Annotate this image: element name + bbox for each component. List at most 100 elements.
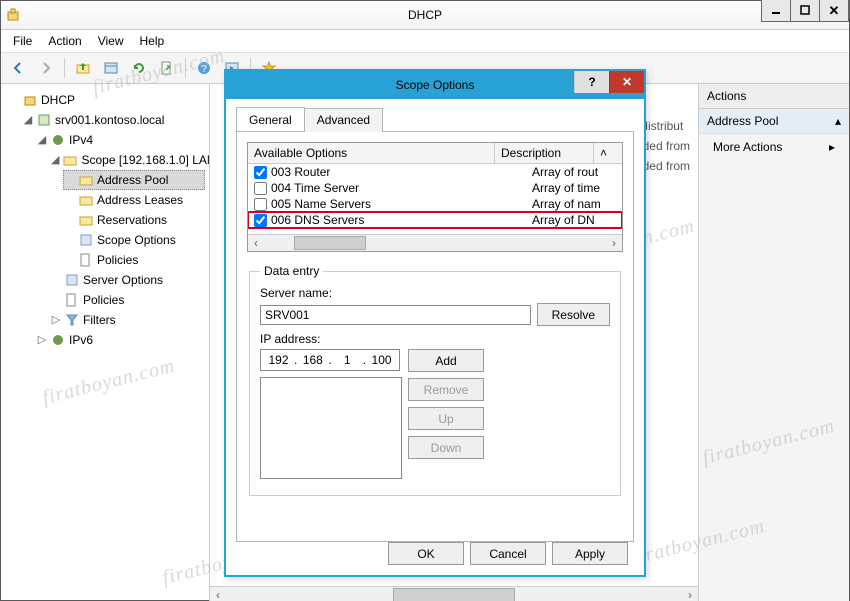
option-desc: Array of DN [532, 213, 618, 227]
option-desc: Array of rout [532, 165, 618, 179]
data-entry-legend: Data entry [260, 264, 323, 278]
actions-header: Actions [699, 84, 849, 109]
minimize-button[interactable] [761, 0, 791, 22]
tree-address-leases[interactable]: Address Leases [63, 190, 205, 210]
menu-view[interactable]: View [92, 32, 130, 50]
option-check-004[interactable] [254, 182, 267, 195]
actions-more-label: More Actions [713, 140, 782, 154]
ip-address-label: IP address: [260, 332, 610, 346]
tree-scope-label: Scope [192.168.1.0] LAN [81, 151, 210, 169]
forward-button[interactable] [33, 55, 59, 81]
option-check-006[interactable] [254, 214, 267, 227]
tree-ipv6[interactable]: ▷IPv6 [35, 330, 205, 350]
tree-server-options-label: Server Options [83, 271, 163, 289]
main-window: DHCP ✕ File Action View Help ? [0, 0, 850, 601]
tree-ipv6-label: IPv6 [69, 331, 93, 349]
menu-action[interactable]: Action [42, 32, 87, 50]
tree-root[interactable]: DHCP [7, 90, 205, 110]
option-row-005[interactable]: 005 Name ServersArray of nam [248, 196, 622, 212]
actions-section[interactable]: Address Pool ▴ [699, 109, 849, 134]
tree-reservations[interactable]: Reservations [63, 210, 205, 230]
option-label: 003 Router [271, 165, 532, 179]
option-check-005[interactable] [254, 198, 267, 211]
option-check-003[interactable] [254, 166, 267, 179]
ip-octet-2[interactable]: 168 [299, 353, 326, 367]
tree-policies-label: Policies [97, 251, 138, 269]
tree-scope-options[interactable]: Scope Options [63, 230, 205, 250]
list-hscroll[interactable]: ‹› [248, 234, 622, 251]
option-row-003[interactable]: 003 RouterArray of rout [248, 164, 622, 180]
menu-help[interactable]: Help [134, 32, 171, 50]
option-label: 005 Name Servers [271, 197, 532, 211]
ip-list[interactable] [260, 377, 402, 479]
folder-up-icon[interactable] [70, 55, 96, 81]
add-button[interactable]: Add [408, 349, 484, 372]
app-icon [1, 7, 25, 23]
option-row-004[interactable]: 004 Time ServerArray of time [248, 180, 622, 196]
properties-icon[interactable] [98, 55, 124, 81]
close-button[interactable]: ✕ [819, 0, 849, 22]
tree-reservations-label: Reservations [97, 211, 167, 229]
col-description[interactable]: Description [495, 143, 594, 163]
option-label: 004 Time Server [271, 181, 532, 195]
cancel-button[interactable]: Cancel [470, 542, 546, 565]
tab-advanced[interactable]: Advanced [304, 108, 383, 132]
tree-server-label: srv001.kontoso.local [55, 111, 164, 129]
tree-scope-options-label: Scope Options [97, 231, 176, 249]
ok-button[interactable]: OK [388, 542, 464, 565]
dialog-title: Scope Options [396, 78, 475, 92]
actions-more[interactable]: More Actions ▸ [699, 134, 849, 160]
data-entry-group: Data entry Server name: Resolve IP addre… [249, 264, 621, 496]
chevron-right-icon: ▸ [829, 140, 835, 154]
content-hscroll[interactable]: ‹› [210, 586, 698, 601]
server-name-label: Server name: [260, 286, 610, 300]
tree-server[interactable]: ◢srv001.kontoso.local [21, 110, 205, 130]
tree-policies[interactable]: Policies [63, 250, 205, 270]
maximize-button[interactable] [790, 0, 820, 22]
help-icon[interactable]: ? [191, 55, 217, 81]
scope-options-dialog: Scope Options ? ✕ General Advanced Avail… [224, 69, 646, 577]
ip-octet-1[interactable]: 192 [265, 353, 292, 367]
tree-address-leases-label: Address Leases [97, 191, 183, 209]
back-button[interactable] [5, 55, 31, 81]
down-button[interactable]: Down [408, 436, 484, 459]
tree-scope[interactable]: ◢Scope [192.168.1.0] LAN [49, 150, 205, 170]
option-row-006[interactable]: 006 DNS ServersArray of DN [248, 212, 622, 228]
export-icon[interactable] [154, 55, 180, 81]
ip-octet-3[interactable]: 1 [334, 353, 361, 367]
tree-policies2-label: Policies [83, 291, 124, 309]
dialog-close-button[interactable]: ✕ [609, 71, 644, 93]
menubar: File Action View Help [1, 30, 849, 52]
tree-ipv4-label: IPv4 [69, 131, 93, 149]
actions-pane: Actions Address Pool ▴ More Actions ▸ [699, 84, 849, 601]
refresh-icon[interactable] [126, 55, 152, 81]
resolve-button[interactable]: Resolve [537, 303, 610, 326]
apply-button[interactable]: Apply [552, 542, 628, 565]
options-list[interactable]: Available Options Description ˄ 003 Rout… [247, 142, 623, 252]
tree-address-pool[interactable]: Address Pool [63, 170, 205, 190]
server-name-input[interactable] [260, 305, 531, 325]
option-label: 006 DNS Servers [271, 213, 532, 227]
menu-file[interactable]: File [7, 32, 38, 50]
window-title: DHCP [408, 8, 442, 22]
tree-filters-label: Filters [83, 311, 116, 329]
up-button[interactable]: Up [408, 407, 484, 430]
tree-root-label: DHCP [41, 91, 75, 109]
remove-button[interactable]: Remove [408, 378, 484, 401]
option-desc: Array of nam [532, 197, 618, 211]
tab-general[interactable]: General [236, 107, 305, 131]
tree-server-options[interactable]: Server Options [49, 270, 205, 290]
dialog-help-button[interactable]: ? [574, 71, 609, 93]
tree-policies-2[interactable]: Policies [49, 290, 205, 310]
tree-ipv4[interactable]: ◢IPv4 [35, 130, 205, 150]
actions-section-label: Address Pool [707, 114, 778, 128]
ip-address-input[interactable]: 192. 168. 1. 100 [260, 349, 400, 371]
col-scroll-up[interactable]: ˄ [594, 143, 622, 163]
option-desc: Array of time [532, 181, 618, 195]
nav-tree[interactable]: DHCP ◢srv001.kontoso.local ◢IPv4 ◢Scope … [1, 84, 210, 601]
col-available-options[interactable]: Available Options [248, 143, 495, 163]
titlebar: DHCP ✕ [1, 1, 849, 30]
tree-filters[interactable]: ▷Filters [49, 310, 205, 330]
ip-octet-4[interactable]: 100 [368, 353, 395, 367]
collapse-icon: ▴ [835, 114, 841, 128]
